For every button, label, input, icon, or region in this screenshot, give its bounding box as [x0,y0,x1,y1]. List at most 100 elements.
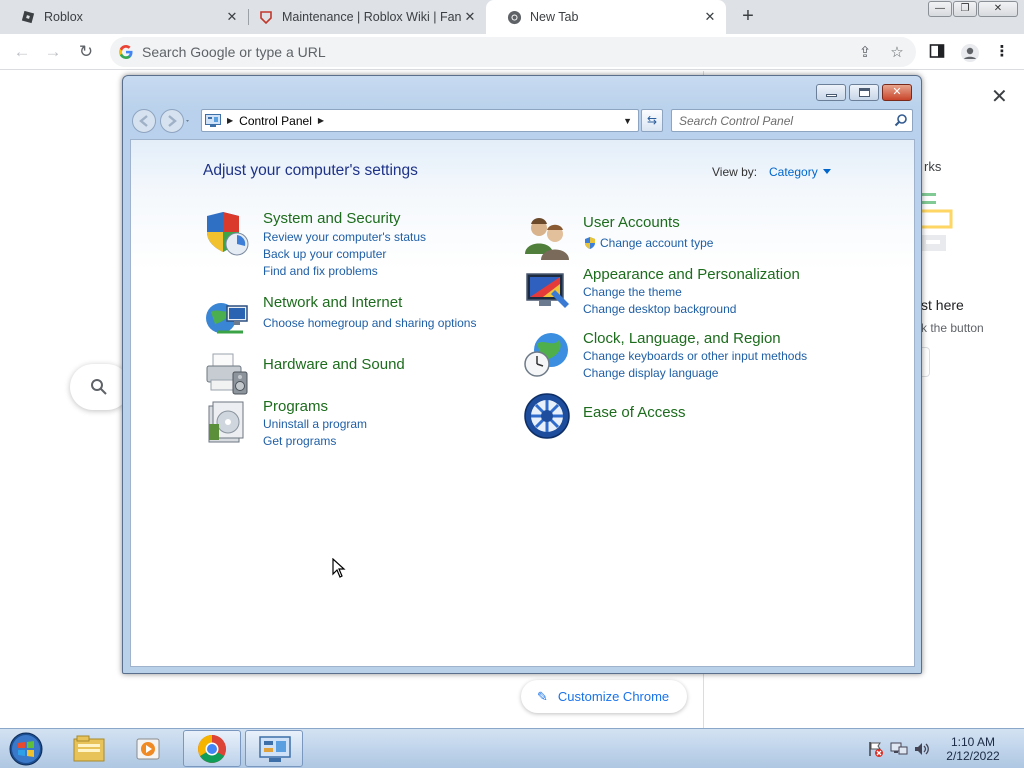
category-link[interactable]: Choose homegroup and sharing options [263,316,476,330]
category-programs: Programs Uninstall a program Get program… [203,398,503,454]
control-panel-window: ✕ ▶ Control Panel ▶ ▼ ⇆ Search Control P… [122,75,922,674]
chrome-toolbar: ← → ↻ Search Google or type a URL ⇪ ☆ ⋮ [0,34,1024,70]
category-link[interactable]: Change the theme [583,285,682,299]
side-panel-title: rks [924,159,942,174]
side-panel-icon[interactable] [928,43,946,61]
close-icon[interactable]: ✕ [702,9,718,25]
customize-chrome-label: Customize Chrome [557,689,670,704]
cp-search-input[interactable]: Search Control Panel [671,109,913,132]
category-link[interactable]: Change account type [600,236,713,250]
category-title[interactable]: Network and Internet [263,294,402,311]
category-link[interactable]: Change keyboards or other input methods [583,349,807,363]
taskbar-clock[interactable]: 1:10 AM 2/12/2022 [938,735,1008,763]
omnibox-placeholder: Search Google or type a URL [142,44,326,60]
action-center-flag-icon[interactable] [866,740,884,758]
start-button[interactable] [6,731,46,767]
chevron-down-icon[interactable] [823,169,831,174]
cp-minimize-button[interactable] [816,84,846,101]
tab-title: Roblox [44,10,83,24]
volume-icon[interactable] [913,740,931,758]
forward-button[interactable]: → [43,42,63,62]
fandom-icon [258,9,274,25]
omnibox[interactable]: Search Google or type a URL ⇪ ☆ [110,37,916,67]
roblox-icon [20,9,36,25]
tab-roblox-wiki[interactable]: Maintenance | Roblox Wiki | Fand ✕ [238,0,486,34]
folder-icon [73,735,105,762]
category-clock-language: Clock, Language, and Region Change keybo… [523,330,843,386]
customize-chrome-button[interactable]: ✎ Customize Chrome [521,680,687,713]
reload-button[interactable]: ↻ [76,42,96,62]
category-title[interactable]: Clock, Language, and Region [583,330,781,347]
breadcrumb[interactable]: Control Panel [239,114,312,128]
breadcrumb-arrow-icon[interactable]: ▶ [318,116,324,125]
category-link[interactable]: Review your computer's status [263,230,426,244]
appearance-icon[interactable] [523,266,571,314]
new-tab-button[interactable]: + [738,6,758,26]
category-appearance: Appearance and Personalization Change th… [523,266,823,322]
programs-icon[interactable] [203,398,251,446]
cp-content-area: Adjust your computer's settings View by:… [130,139,915,667]
category-user-accounts: User Accounts Change account type [523,214,823,262]
cp-address-bar[interactable]: ▶ Control Panel ▶ ▼ [201,109,639,132]
view-by-dropdown[interactable]: Category [769,165,818,179]
category-link[interactable]: Get programs [263,434,336,448]
profile-avatar-icon[interactable] [960,43,979,62]
tab-roblox[interactable]: Roblox ✕ [0,0,248,34]
uac-shield-icon [585,237,595,249]
taskbar-explorer[interactable] [60,730,118,767]
category-network-internet: Network and Internet Choose homegroup an… [203,294,503,342]
control-panel-icon [205,113,221,128]
taskbar-chrome[interactable] [183,730,241,767]
taskbar-media-player[interactable] [121,730,179,767]
chrome-icon [506,9,522,25]
pencil-icon: ✎ [537,688,548,704]
minimize-button[interactable]: — [928,1,952,17]
control-panel-icon [259,736,291,762]
category-title[interactable]: System and Security [263,210,401,227]
ease-of-access-icon[interactable] [523,392,571,440]
taskbar: 1:10 AM 2/12/2022 [0,728,1024,768]
category-title[interactable]: Programs [263,398,328,415]
close-icon[interactable]: ✕ [991,84,1008,109]
chevron-down-icon[interactable]: ▼ [623,116,632,126]
view-by-label: View by: [712,165,758,179]
back-button[interactable]: ← [12,42,32,62]
ntp-search-box[interactable] [70,364,130,410]
users-icon[interactable] [523,214,571,262]
category-title[interactable]: Ease of Access [583,404,686,421]
tab-new-tab[interactable]: New Tab ✕ [486,0,726,34]
taskbar-control-panel[interactable] [245,730,303,767]
category-title[interactable]: Appearance and Personalization [583,266,800,283]
chrome-tab-strip: Roblox ✕ Maintenance | Roblox Wiki | Fan… [0,0,1024,34]
globe-clock-icon[interactable] [523,330,571,378]
cp-close-button[interactable]: ✕ [882,84,912,101]
share-icon[interactable]: ⇪ [856,44,874,62]
chrome-icon [198,735,226,763]
close-window-button[interactable]: ✕ [978,1,1018,17]
category-link-uac[interactable]: Change account type [583,236,713,250]
close-icon[interactable]: ✕ [462,9,478,25]
network-icon[interactable] [203,294,251,342]
tab-title: New Tab [530,10,579,24]
cp-refresh-button[interactable]: ⇆ [641,109,663,132]
star-icon[interactable]: ☆ [888,44,906,62]
category-ease-of-access: Ease of Access [523,392,823,440]
menu-icon[interactable]: ⋮ [993,43,1011,61]
cp-maximize-button[interactable] [849,84,879,101]
category-link[interactable]: Find and fix problems [263,264,378,278]
close-icon: ✕ [892,86,902,98]
category-title[interactable]: User Accounts [583,214,680,231]
network-tray-icon[interactable] [890,740,908,758]
cp-back-button[interactable] [131,108,155,134]
category-link[interactable]: Change display language [583,366,718,380]
category-title[interactable]: Hardware and Sound [263,356,405,373]
cp-search-placeholder: Search Control Panel [679,114,794,128]
search-icon[interactable] [894,113,908,130]
restore-button[interactable]: ❐ [953,1,977,17]
category-link[interactable]: Uninstall a program [263,417,367,431]
printer-icon[interactable] [203,350,251,398]
category-link[interactable]: Change desktop background [583,302,736,316]
shield-icon[interactable] [203,210,251,258]
category-link[interactable]: Back up your computer [263,247,386,261]
cp-forward-button[interactable] [159,108,183,134]
